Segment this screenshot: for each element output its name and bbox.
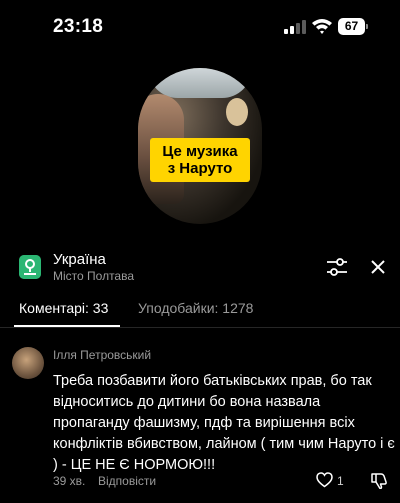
map-location-icon xyxy=(19,255,41,279)
child-image xyxy=(226,98,248,126)
tabs-divider xyxy=(0,327,400,328)
tab-likes[interactable]: Уподобайки: 1278 xyxy=(138,300,253,316)
caption-line-2: з Наруто xyxy=(167,160,233,177)
avatar[interactable] xyxy=(12,347,44,379)
comment-time: 39 хв. xyxy=(53,474,86,488)
comment-text: Треба позбавити його батьківських прав, … xyxy=(53,373,395,473)
video-caption: Це музика з Наруто xyxy=(150,138,250,182)
wifi-icon xyxy=(312,19,332,34)
like-count: 1 xyxy=(337,474,344,488)
location-title[interactable]: Україна xyxy=(53,251,106,268)
car-window xyxy=(148,68,252,98)
status-time: 23:18 xyxy=(53,16,104,37)
video-thumbnail[interactable]: Це музика з Наруто xyxy=(138,68,262,224)
cellular-signal-icon xyxy=(284,20,306,34)
thumbs-down-icon[interactable] xyxy=(370,472,388,489)
battery-icon: 67 xyxy=(338,18,368,35)
status-bar: 23:18 67 xyxy=(0,0,400,56)
reply-button[interactable]: Відповісти xyxy=(98,474,156,488)
heart-icon[interactable] xyxy=(316,472,333,488)
tab-comments[interactable]: Коментарі: 33 xyxy=(19,300,108,316)
caption-line-1: Це музика xyxy=(162,143,238,160)
filter-sliders-icon[interactable] xyxy=(326,256,348,278)
battery-level: 67 xyxy=(338,18,365,35)
location-subtitle: Місто Полтава xyxy=(53,269,135,283)
comment-author[interactable]: Ілля Петровський xyxy=(53,348,151,362)
close-icon[interactable] xyxy=(368,257,388,277)
